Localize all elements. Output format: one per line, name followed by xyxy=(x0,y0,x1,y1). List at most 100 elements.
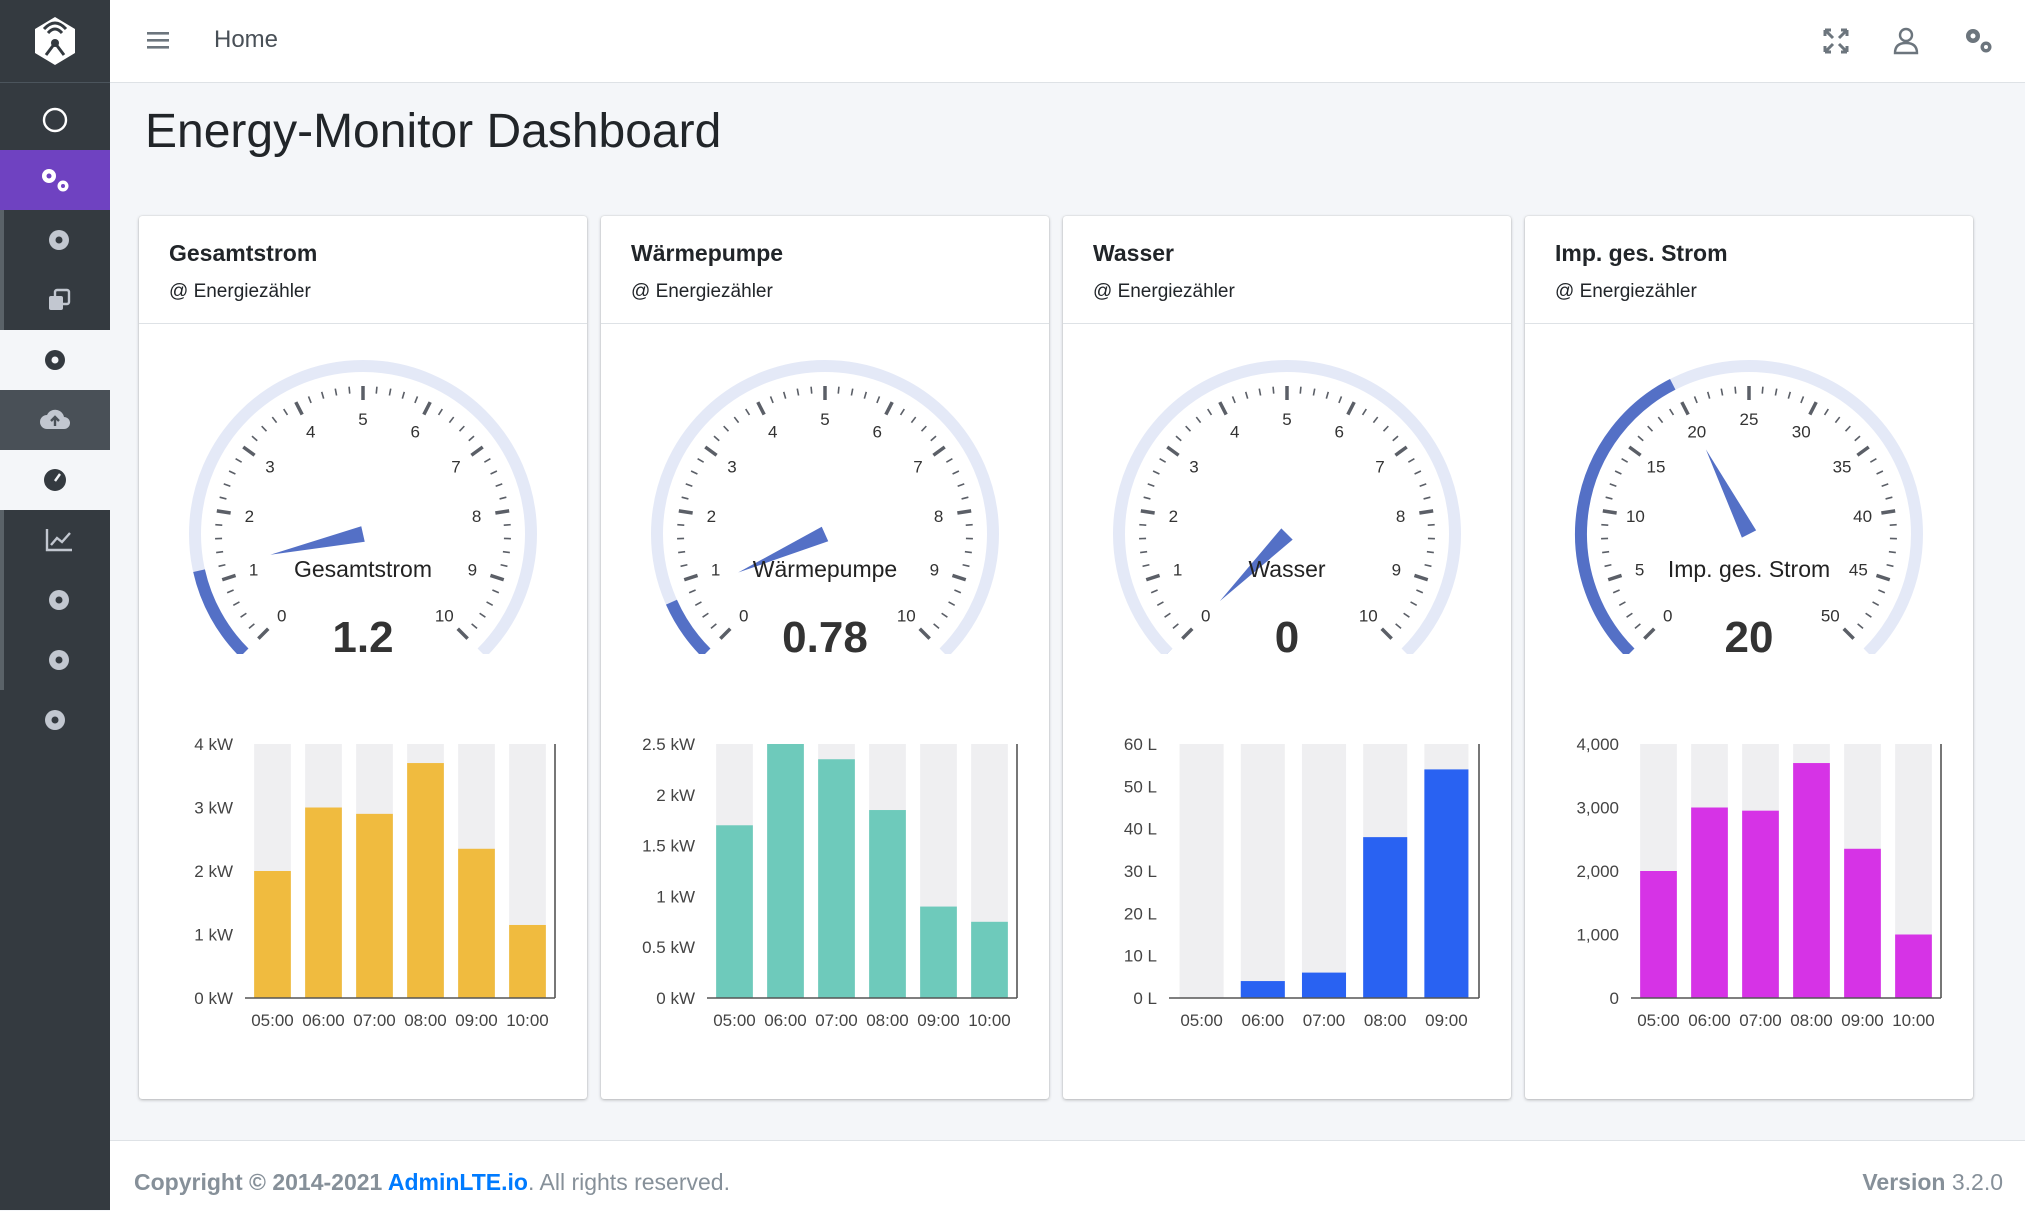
gauge-minor-tick xyxy=(1151,590,1157,593)
gauge-minor-tick xyxy=(1411,602,1417,605)
gauge-tick-label: 10 xyxy=(1626,507,1645,526)
x-tick-label: 05:00 xyxy=(713,1011,756,1030)
nav-home-link[interactable]: Home xyxy=(214,26,278,54)
sidebar-item-settings-active[interactable] xyxy=(0,150,110,210)
fullscreen-icon xyxy=(1819,24,1853,58)
gauge-tick-label: 30 xyxy=(1792,423,1811,442)
bar-chart-imp-ges-strom: 05:0006:0007:0008:0009:0010:0001,0002,00… xyxy=(1525,736,1973,1076)
card-title: Wasser xyxy=(1093,216,1481,267)
gauge-minor-tick xyxy=(1420,484,1427,486)
gauge-tick-label: 9 xyxy=(1392,561,1401,580)
gauge-major-tick xyxy=(1182,629,1192,639)
gauge-minor-tick xyxy=(500,497,507,499)
card-header: Wasser @ Energiezähler xyxy=(1063,216,1511,324)
bar xyxy=(1302,973,1346,998)
bar xyxy=(407,763,444,998)
copy-icon xyxy=(45,286,73,314)
y-tick-label: 1 kW xyxy=(656,887,695,906)
gauge-minor-tick xyxy=(686,484,693,486)
bar xyxy=(716,825,753,998)
gauge-major-tick xyxy=(679,511,693,513)
gauge-minor-tick xyxy=(1762,387,1763,394)
sidebar-item-cloud-upload[interactable] xyxy=(0,390,110,450)
gauge-minor-tick xyxy=(1638,436,1643,441)
gauge-tick-label: 8 xyxy=(934,507,943,526)
gauge-minor-tick xyxy=(691,471,697,474)
gauge-major-tick xyxy=(1220,402,1226,414)
card-header: Gesamtstrom @ Energiezähler xyxy=(139,216,587,324)
gauge-major-tick xyxy=(1141,511,1155,513)
gauge-minor-tick xyxy=(695,602,701,605)
gauge-minor-tick xyxy=(1658,417,1662,423)
gauge-tick-label: 0 xyxy=(1663,606,1672,625)
gauge-tick-label: 2 xyxy=(245,507,254,526)
gauge-tick-label: 5 xyxy=(820,410,829,429)
gauge-minor-tick xyxy=(1363,409,1367,415)
y-tick-label: 1.5 kW xyxy=(642,837,695,856)
control-sidebar-button[interactable] xyxy=(1961,24,1995,58)
bar-chart-gesamtstrom: 05:0006:0007:0008:0009:0010:000 kW1 kW2 … xyxy=(139,736,587,1076)
gauge-tick-label: 5 xyxy=(1635,561,1644,580)
user-button[interactable] xyxy=(1889,24,1923,58)
gauge-tick-label: 0 xyxy=(1201,606,1210,625)
gauge-minor-tick xyxy=(1173,624,1178,628)
sidebar-item-overview[interactable] xyxy=(0,90,110,150)
gauge-minor-tick xyxy=(1605,565,1612,567)
card-header: Imp. ges. Strom @ Energiezähler xyxy=(1525,216,1973,324)
y-tick-label: 4 kW xyxy=(194,736,233,754)
adminlte-link[interactable]: AdminLTE.io xyxy=(388,1169,528,1195)
gauge-major-tick xyxy=(424,402,430,414)
gauge-major-tick xyxy=(471,447,482,455)
sidebar-item-charts[interactable] xyxy=(0,510,114,570)
x-tick-label: 09:00 xyxy=(1841,1011,1884,1030)
gauge-minor-tick xyxy=(1157,602,1163,605)
x-tick-label: 05:00 xyxy=(1180,1011,1223,1030)
x-tick-label: 10:00 xyxy=(506,1011,549,1030)
gauge-minor-tick xyxy=(1866,613,1872,617)
gauge-major-tick xyxy=(758,402,764,414)
y-tick-label: 3,000 xyxy=(1576,799,1619,818)
sidebar-item-gear-1[interactable] xyxy=(0,210,114,270)
gauge-value: 0 xyxy=(1275,613,1299,654)
gauge-tick-label: 2 xyxy=(1169,507,1178,526)
gauge-minor-tick xyxy=(1602,552,1609,553)
bar xyxy=(920,907,957,998)
gauge-major-tick xyxy=(1644,629,1654,639)
gauge-minor-tick xyxy=(1153,471,1159,474)
fullscreen-button[interactable] xyxy=(1819,24,1853,58)
y-tick-label: 0 xyxy=(1610,989,1619,1008)
gauge-major-tick xyxy=(1146,575,1159,579)
gauge-minor-tick xyxy=(965,552,972,553)
sidebar-item-dashboard[interactable] xyxy=(0,450,110,510)
sidebar-item-gear-5[interactable] xyxy=(0,690,110,750)
gauge-major-tick xyxy=(705,447,716,455)
gauge-major-tick xyxy=(296,402,302,414)
bar-chart-waermepumpe: 05:0006:0007:0008:0009:0010:000 kW0.5 kW… xyxy=(601,736,1049,1076)
bar xyxy=(458,849,495,998)
gauge-minor-tick xyxy=(946,459,952,463)
sidebar-item-gear-3[interactable] xyxy=(0,570,114,630)
gauge-major-tick xyxy=(957,511,971,513)
gauge-minor-tick xyxy=(402,392,404,399)
gauge-minor-tick xyxy=(415,396,418,403)
gauge-minor-tick xyxy=(487,602,493,605)
card-imp-ges-strom: Imp. ges. Strom @ Energiezähler 05101520… xyxy=(1525,216,1973,1099)
gauge-minor-tick xyxy=(1882,484,1889,486)
gauge-tick-label: 3 xyxy=(265,457,274,476)
sidebar-item-copy[interactable] xyxy=(0,270,114,330)
y-tick-label: 3 kW xyxy=(194,799,233,818)
gauge-major-tick xyxy=(1608,575,1621,579)
sidebar-item-gear-4[interactable] xyxy=(0,630,114,690)
gauge-minor-tick xyxy=(249,624,254,628)
gauge-minor-tick xyxy=(771,396,774,403)
y-tick-label: 60 L xyxy=(1124,736,1157,754)
gauge-value: 20 xyxy=(1725,613,1774,654)
gauge-minor-tick xyxy=(1801,396,1804,403)
brand-logo[interactable] xyxy=(0,0,110,83)
card-gesamtstrom: Gesamtstrom @ Energiezähler 012345678910… xyxy=(139,216,587,1099)
menu-toggle-button[interactable] xyxy=(144,26,174,56)
gauge-major-tick xyxy=(1682,402,1688,414)
sidebar-item-gear-2[interactable] xyxy=(0,330,110,390)
gauge-major-tick xyxy=(1810,402,1816,414)
version-number: 3.2.0 xyxy=(1952,1169,2003,1195)
